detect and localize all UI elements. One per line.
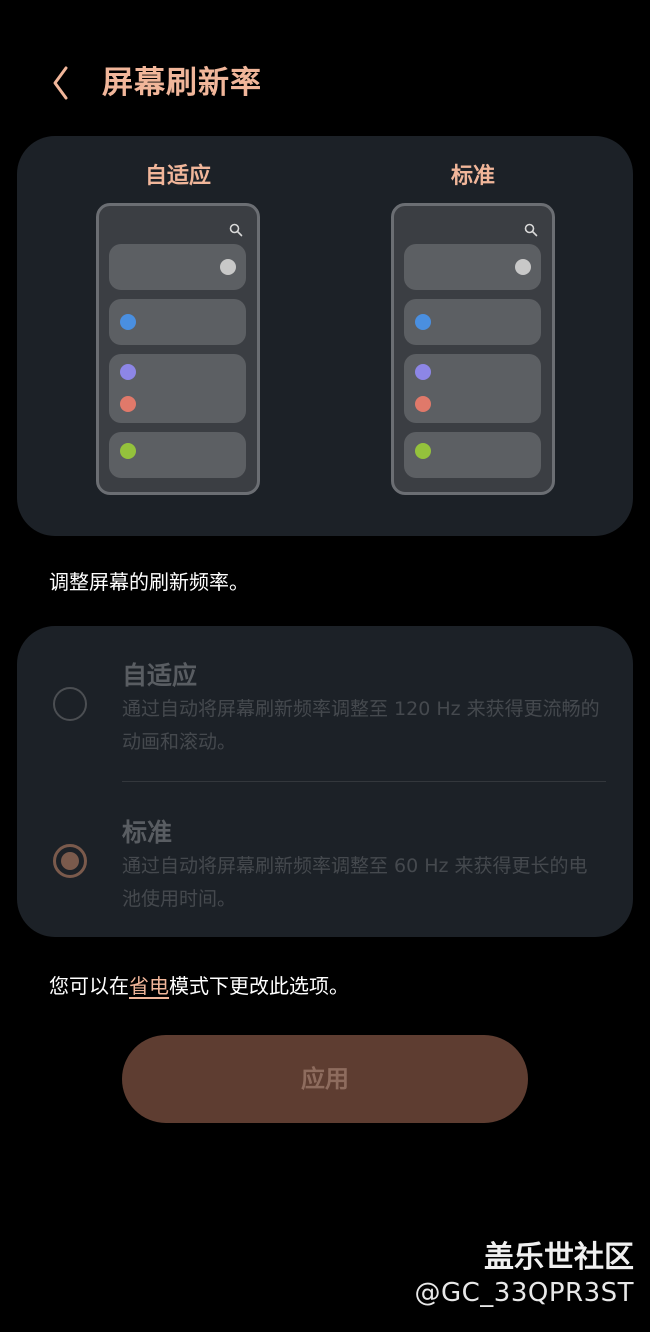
mock-toggle-dot [515,259,531,275]
divider [122,781,606,782]
back-button[interactable] [36,58,86,108]
watermark-brand: 盖乐世社区 [484,1240,634,1275]
mock-dot-purple [415,364,431,380]
mock-dot-green [415,443,431,459]
radio-adaptive[interactable] [53,687,87,721]
phone-mockup [96,203,260,495]
mock-list-item [404,244,541,290]
standard-preview-label: 标准 [450,164,495,189]
search-icon [229,223,243,237]
option-adaptive-title: 自适应 [122,661,198,690]
option-adaptive-description: 通过自动将屏幕刷新频率调整至 120 Hz 来获得更流畅的动画和滚动。 [122,698,600,753]
mock-list-item [109,432,246,478]
mock-dot-blue [415,314,431,330]
search-icon [524,223,538,237]
mock-list-item [109,244,246,290]
mock-list-item [404,354,541,423]
mock-dot-green [120,443,136,459]
note-suffix: 模式下更改此选项。 [169,974,349,998]
mock-dot-purple [120,364,136,380]
page-title: 屏幕刷新率 [102,65,262,101]
header: 屏幕刷新率 [0,50,650,120]
phone-mockup [391,203,555,495]
refresh-rate-options: 自适应 通过自动将屏幕刷新频率调整至 120 Hz 来获得更流畅的动画和滚动。 … [17,626,633,937]
mock-dot-red [120,396,136,412]
mock-list-item [404,432,541,478]
option-standard-title: 标准 [122,818,173,847]
mock-dot-blue [120,314,136,330]
screen-description: 调整屏幕的刷新频率。 [49,570,249,594]
power-saving-link[interactable]: 省电 [129,974,169,998]
chevron-left-icon [53,66,68,100]
power-saving-note: 您可以在省电模式下更改此选项。 [49,970,349,999]
radio-standard[interactable] [53,844,87,878]
refresh-rate-preview: 自适应 标准 [17,136,633,536]
mock-toggle-dot [220,259,236,275]
apply-button[interactable]: 应用 [122,1035,528,1123]
option-adaptive[interactable]: 自适应 通过自动将屏幕刷新频率调整至 120 Hz 来获得更流畅的动画和滚动。 [17,626,633,776]
adaptive-preview-label: 自适应 [144,164,211,189]
option-standard[interactable]: 标准 通过自动将屏幕刷新频率调整至 60 Hz 来获得更长的电池使用时间。 [17,783,633,933]
mock-dot-red [415,396,431,412]
watermark-user: @GC_33QPR3ST [414,1278,634,1308]
note-prefix: 您可以在 [49,974,129,998]
option-standard-description: 通过自动将屏幕刷新频率调整至 60 Hz 来获得更长的电池使用时间。 [122,855,588,910]
mock-list-item [109,354,246,423]
mock-list-item [404,299,541,345]
mock-list-item [109,299,246,345]
